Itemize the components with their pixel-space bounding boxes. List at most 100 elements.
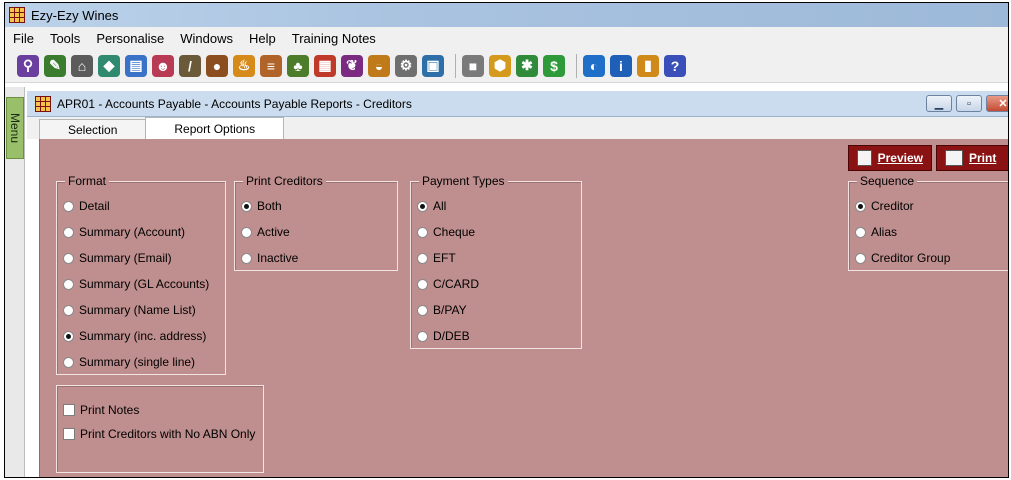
- info-icon[interactable]: i: [610, 54, 632, 77]
- checkbox-print-notes[interactable]: [63, 404, 75, 416]
- radio-ddeb[interactable]: [417, 330, 428, 342]
- radio-all[interactable]: [417, 200, 428, 212]
- radio-summary-gl-accounts[interactable]: [63, 278, 74, 290]
- settings-icon[interactable]: ⚙: [395, 54, 417, 77]
- menu-file[interactable]: File: [13, 31, 34, 46]
- side-menu-label: Menu: [8, 112, 22, 144]
- menu-training-notes[interactable]: Training Notes: [292, 31, 376, 46]
- option-label: Inactive: [257, 251, 299, 265]
- globe-icon[interactable]: ◐: [583, 54, 605, 77]
- format-option[interactable]: Summary (Name List): [63, 302, 196, 318]
- payment-type-option[interactable]: All: [417, 198, 446, 214]
- cellar-icon[interactable]: ≡: [260, 54, 282, 77]
- radio-summary-name-list[interactable]: [63, 304, 74, 316]
- checkbox-label: Print Notes: [80, 403, 140, 417]
- people-icon[interactable]: ☻: [152, 54, 174, 77]
- radio-ccard[interactable]: [417, 278, 428, 290]
- maximize-button[interactable]: ▫: [956, 95, 982, 112]
- print-button[interactable]: Print: [936, 145, 1008, 171]
- radio-bpay[interactable]: [417, 304, 428, 316]
- bottle-icon[interactable]: ♨: [233, 54, 255, 77]
- side-menu-button[interactable]: Menu: [6, 97, 24, 159]
- payment-type-option[interactable]: Cheque: [417, 224, 475, 240]
- grapes-icon[interactable]: ❦: [341, 54, 363, 77]
- pen-icon[interactable]: ✎: [44, 54, 66, 77]
- payment-type-option[interactable]: C/CARD: [417, 276, 479, 292]
- report-window-titlebar: APR01 - Accounts Payable - Accounts Paya…: [27, 91, 1008, 117]
- checkbox-option[interactable]: Print Creditors with No ABN Only: [63, 426, 255, 442]
- format-option[interactable]: Detail: [63, 198, 110, 214]
- document-icon[interactable]: ▤: [125, 54, 147, 77]
- option-label: D/DEB: [433, 329, 470, 343]
- menu-bar: File Tools Personalise Windows Help Trai…: [5, 27, 1008, 49]
- bookmark-icon[interactable]: ▮: [637, 54, 659, 77]
- radio-creditor[interactable]: [855, 200, 866, 212]
- option-label: All: [433, 199, 447, 213]
- format-option[interactable]: Summary (single line): [63, 354, 195, 370]
- radio-summary-inc-address[interactable]: [63, 330, 74, 342]
- label-icon[interactable]: ◆: [98, 54, 120, 77]
- payment-types-legend: Payment Types: [419, 174, 508, 188]
- minimize-button[interactable]: ▁: [926, 95, 952, 112]
- radio-detail[interactable]: [63, 200, 74, 212]
- menu-tools[interactable]: Tools: [50, 31, 80, 46]
- preview-button[interactable]: Preview: [848, 145, 932, 171]
- printer-icon: [945, 150, 963, 166]
- option-label: Summary (GL Accounts): [79, 277, 210, 291]
- gear-green-icon[interactable]: ✱: [516, 54, 538, 77]
- radio-summary-email[interactable]: [63, 252, 74, 264]
- radio-both[interactable]: [241, 200, 252, 212]
- print-creditors-option[interactable]: Active: [241, 224, 290, 240]
- format-option[interactable]: Summary (Email): [63, 250, 172, 266]
- report-options-panel: Preview Print Format Detail Summary (Acc…: [39, 139, 1008, 477]
- report-icon[interactable]: ▣: [422, 54, 444, 77]
- payment-type-option[interactable]: EFT: [417, 250, 456, 266]
- print-creditors-group: Print Creditors Both Active Inactive: [234, 174, 398, 271]
- radio-summary-single-line[interactable]: [63, 356, 74, 368]
- checkbox-label: Print Creditors with No ABN Only: [80, 427, 256, 441]
- sequence-legend: Sequence: [857, 174, 918, 188]
- tab-report-options[interactable]: Report Options: [145, 117, 285, 139]
- vineyard-icon[interactable]: ♣: [287, 54, 309, 77]
- printer-icon[interactable]: ■: [462, 54, 484, 77]
- radio-cheque[interactable]: [417, 226, 428, 238]
- radio-summary-account[interactable]: [63, 226, 74, 238]
- radio-active[interactable]: [241, 226, 252, 238]
- menu-personalise[interactable]: Personalise: [96, 31, 164, 46]
- option-label: EFT: [433, 251, 456, 265]
- box-icon[interactable]: ⬢: [489, 54, 511, 77]
- dollar-icon[interactable]: $: [543, 54, 565, 77]
- checkbox-option[interactable]: Print Notes: [63, 402, 139, 418]
- print-creditors-option[interactable]: Both: [241, 198, 282, 214]
- close-button[interactable]: ✕: [986, 95, 1008, 112]
- radio-alias[interactable]: [855, 226, 866, 238]
- bank-icon[interactable]: ⌂: [71, 54, 93, 77]
- sequence-option[interactable]: Creditor: [855, 198, 914, 214]
- help-icon[interactable]: ?: [664, 54, 686, 77]
- radio-inactive[interactable]: [241, 252, 252, 264]
- option-label: B/PAY: [433, 303, 467, 317]
- tab-selection[interactable]: Selection: [39, 119, 147, 139]
- sequence-option[interactable]: Alias: [855, 224, 897, 240]
- option-label: Summary (Email): [79, 251, 172, 265]
- menu-windows[interactable]: Windows: [180, 31, 233, 46]
- basket-icon[interactable]: ◒: [368, 54, 390, 77]
- payment-type-option[interactable]: B/PAY: [417, 302, 467, 318]
- stick-icon[interactable]: /: [179, 54, 201, 77]
- option-label: Summary (single line): [79, 355, 196, 369]
- barrel-icon[interactable]: ●: [206, 54, 228, 77]
- format-option[interactable]: Summary (GL Accounts): [63, 276, 209, 292]
- checkbox-no-abn-only[interactable]: [63, 428, 75, 440]
- crates-icon[interactable]: ▦: [314, 54, 336, 77]
- radio-creditor-group[interactable]: [855, 252, 866, 264]
- menu-help[interactable]: Help: [249, 31, 276, 46]
- format-option[interactable]: Summary (inc. address): [63, 328, 206, 344]
- payment-type-option[interactable]: D/DEB: [417, 328, 470, 344]
- sequence-option[interactable]: Creditor Group: [855, 250, 950, 266]
- wine-glass-icon[interactable]: ⚲: [17, 54, 39, 77]
- radio-eft[interactable]: [417, 252, 428, 264]
- print-creditors-option[interactable]: Inactive: [241, 250, 298, 266]
- preview-button-label: Preview: [877, 151, 923, 165]
- format-option[interactable]: Summary (Account): [63, 224, 185, 240]
- format-group: Format Detail Summary (Account) Summary …: [56, 174, 226, 375]
